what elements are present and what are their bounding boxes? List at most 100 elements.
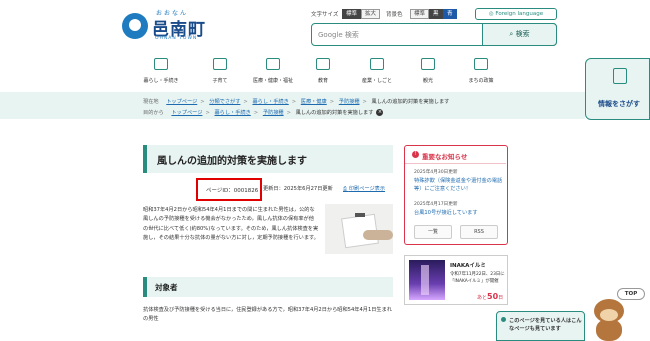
event-banner[interactable]: INAKAイルミ 令和7年11月22日、23日に「INAKAイルミ」が開催 あと… — [404, 255, 508, 305]
nav-living[interactable]: 暮らし・手続き — [141, 58, 181, 90]
mascot-face — [600, 309, 618, 321]
breadcrumb-separator: > — [329, 99, 335, 105]
search-button[interactable]: ⌕ 検索 — [482, 23, 557, 46]
article-body: 昭和37年4月2日から昭和54年4月1日までの間に生まれた男性は，公的な風しんの… — [143, 207, 319, 242]
page-id-highlight: ページID：0001826 — [196, 178, 262, 201]
alert-icon: ! — [412, 151, 419, 158]
breadcrumb-separator: > — [362, 99, 367, 105]
breadcrumb-link[interactable]: 医療・健康 — [301, 99, 327, 105]
nav-education[interactable]: 教育 — [303, 58, 343, 90]
logo-mark-icon — [122, 13, 148, 39]
bg-black[interactable]: 黒 — [429, 9, 443, 19]
nav-label: 教育 — [317, 78, 328, 84]
foreign-language-label: Foreign language — [495, 11, 544, 17]
breadcrumb-current: 風しんの追加的対策を実施します — [371, 99, 450, 105]
breadcrumb-separator: > — [291, 99, 297, 105]
nav-industry[interactable]: 産業・しごと — [357, 58, 397, 90]
nav-medical[interactable]: 医療・健康・福祉 — [253, 58, 293, 90]
section-heading-box: 対象者 — [143, 277, 393, 297]
nav-tourism[interactable]: 観光 — [408, 58, 448, 90]
breadcrumb-link[interactable]: トップページ — [166, 99, 197, 105]
book-icon — [316, 58, 330, 70]
breadcrumb-link[interactable]: 暮らし・手続き — [252, 99, 288, 105]
countdown-suffix: 日 — [498, 295, 504, 301]
foreign-language-button[interactable]: ◎ Foreign language — [475, 8, 557, 20]
nav-label: 産業・しごと — [361, 78, 392, 84]
breadcrumb-link[interactable]: 予防接種 — [339, 99, 360, 105]
breadcrumb-kind: 目的から — [143, 110, 164, 116]
bullet-icon — [501, 317, 506, 322]
hand-shape — [363, 230, 393, 240]
breadcrumb-link[interactable]: 予防接種 — [263, 110, 284, 116]
related-pages-box[interactable]: このページを見ている人はこんなページも見ています — [496, 311, 585, 341]
notice-link[interactable]: 特殊詐欺（保険金返金や還付金の電話等）にご注意ください！ — [414, 177, 504, 193]
breadcrumb-separator: > — [286, 110, 291, 116]
countdown-prefix: あと — [477, 295, 488, 301]
text-size-label: 文字サイズ — [311, 12, 339, 18]
child-icon — [213, 58, 227, 70]
breadcrumb-link[interactable]: 暮らし・手続き — [214, 110, 250, 116]
search-button-label: 検索 — [515, 30, 530, 38]
nav-label: まちの政策 — [468, 78, 494, 84]
house-icon — [154, 58, 168, 70]
clip-shape — [355, 213, 365, 217]
find-info-button[interactable]: 情報をさがす — [585, 58, 650, 120]
section-body: 抗体検査及び予防接種を受ける当日に，住民登録がある方で，昭和37年4月2日から昭… — [143, 307, 392, 323]
clipboard-photo — [325, 204, 393, 254]
countdown: あと50日 — [477, 292, 503, 301]
nav-childcare[interactable]: 子育て — [200, 58, 240, 90]
notice-title: 重要なお知らせ — [422, 153, 468, 161]
countdown-days: 50 — [487, 292, 499, 301]
notice-header: ! 重要なお知らせ — [405, 146, 506, 164]
banner-title: INAKAイルミ — [450, 263, 486, 269]
stethoscope-icon — [266, 58, 280, 70]
updated-date: 更新日：2025年6月27日更新 — [263, 186, 333, 192]
camera-icon — [421, 58, 435, 70]
mascot-character — [590, 295, 628, 341]
document-search-icon — [613, 68, 627, 84]
related-pages-text: このページを見ている人はこんなページも見ています — [509, 318, 582, 332]
breadcrumb-link[interactable]: 分類でさがす — [209, 99, 240, 105]
search-input[interactable]: Google 検索 — [318, 30, 359, 40]
breadcrumb-separator: > — [253, 110, 259, 116]
page-title: 風しんの追加的対策を実施します — [157, 156, 307, 167]
briefcase-icon — [370, 58, 384, 70]
close-icon[interactable]: × — [376, 109, 384, 116]
banner-body: 令和7年11月22日、23日に「INAKAイルミ」が開催 — [450, 272, 505, 284]
nav-label: 医療・健康・福祉 — [253, 78, 294, 84]
bg-color-label: 背景色 — [386, 12, 403, 18]
bg-standard[interactable]: 標準 — [410, 9, 430, 19]
breadcrumb-link[interactable]: トップページ — [171, 110, 202, 116]
breadcrumb-purpose: 目的から トップページ > 暮らし・手続き > 予防接種 > 風しんの追加的対策を実施… — [143, 109, 384, 116]
logo-roman: OHNAN TOWN — [155, 36, 198, 41]
text-size-standard[interactable]: 標準 — [342, 9, 362, 19]
print-link[interactable]: ⎙ 印刷ページ表示 — [343, 185, 385, 193]
bg-blue[interactable]: 青 — [443, 9, 457, 19]
illumination-image — [409, 260, 445, 300]
page-id: ページID：0001826 — [206, 188, 259, 194]
notice-date: 2025年4月30日更新 — [414, 170, 458, 175]
breadcrumb-current: 風しんの追加的対策を実施します — [295, 110, 374, 116]
breadcrumb-kind: 現在地 — [143, 99, 159, 105]
breadcrumb-location: 現在地 トップページ > 分類でさがす > 暮らし・手続き > 医療・健康 > 予防接種… — [143, 98, 449, 105]
tower-shape — [421, 265, 429, 295]
building-icon — [474, 58, 488, 70]
rss-button[interactable]: RSS — [460, 225, 498, 239]
back-to-top-button[interactable]: TOP — [617, 288, 645, 300]
notice-list-button[interactable]: 一覧 — [414, 225, 452, 239]
breadcrumb-separator: > — [205, 110, 210, 116]
print-label: 印刷ページ表示 — [348, 186, 386, 192]
nav-policy[interactable]: まちの政策 — [461, 58, 501, 90]
page-title-box: 風しんの追加的対策を実施します — [143, 145, 393, 173]
breadcrumb-separator: > — [200, 99, 205, 105]
text-size-large[interactable]: 拡大 — [361, 9, 381, 19]
site-logo[interactable]: おおなん 邑南町 OHNAN TOWN — [122, 8, 222, 44]
notice-link[interactable]: 台風10号が接近しています — [414, 209, 504, 217]
important-notice-panel: ! 重要なお知らせ 2025年4月30日更新 特殊詐欺（保険金返金や還付金の電話… — [404, 145, 508, 245]
nav-label: 子育て — [212, 78, 228, 84]
breadcrumb-separator: > — [243, 99, 248, 105]
notice-date: 2025年4月17日更新 — [414, 202, 458, 207]
find-info-label: 情報をさがす — [598, 100, 640, 108]
section-heading: 対象者 — [155, 283, 178, 292]
nav-label: 観光 — [422, 78, 433, 84]
